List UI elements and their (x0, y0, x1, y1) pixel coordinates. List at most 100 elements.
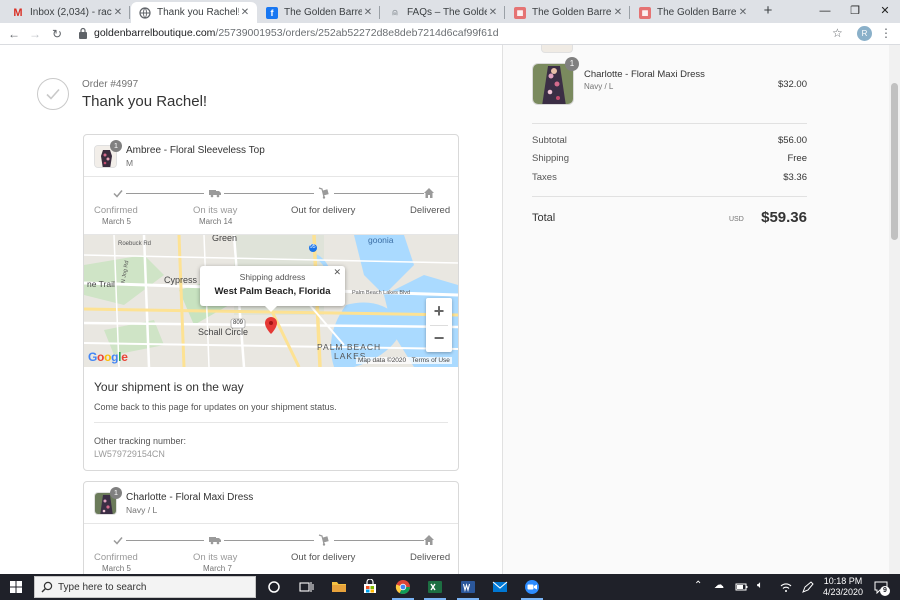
shopify-icon: ⍝ (392, 7, 398, 17)
windows-taskbar: Type here to search ⌃ ☁ 🔈︎ 10:18 PM 4/23… (0, 574, 900, 600)
zoom-out-button[interactable]: − (426, 325, 452, 351)
shipment-card: 1 Ambree - Floral Sleeveless Top M Confi… (83, 134, 459, 471)
task-view-icon[interactable] (298, 579, 314, 595)
product-name: Charlotte - Floral Maxi Dress (584, 69, 705, 80)
shipment-item: 1 Ambree - Floral Sleeveless Top M (84, 135, 458, 177)
map-attribution: Map data ©2020 Terms of Use (356, 357, 452, 364)
tab-thank-you[interactable]: Thank you Rachel! - The ✕ (131, 2, 257, 23)
map-label: 809 (233, 320, 244, 326)
tracking-number[interactable]: LW579729154CN (94, 449, 165, 459)
shipping-value: Free (787, 153, 807, 164)
store-icon: ▦ (639, 6, 651, 19)
new-tab-button[interactable]: + (760, 3, 776, 19)
tab-label: FAQs – The Golden Barr (407, 7, 487, 18)
map-label: goonia (368, 235, 394, 245)
back-button[interactable]: ← (6, 26, 22, 42)
battery-icon[interactable] (735, 580, 749, 594)
map-zoom-control: + − (426, 298, 452, 352)
map-pin-icon[interactable] (264, 317, 278, 335)
tab-facebook[interactable]: f The Golden Barrel Bouti ✕ (258, 2, 380, 23)
shipment-item: 1 Charlotte - Floral Maxi Dress Navy / L (84, 482, 458, 524)
browser-toolbar: ← → ↻ goldenbarrelboutique.com/257390019… (0, 23, 900, 45)
status-title: Your shipment is on the way (94, 380, 244, 394)
tab-label: The Golden Barrel Bouti (532, 7, 612, 18)
mail-icon[interactable] (492, 579, 508, 595)
close-icon[interactable]: ✕ (487, 7, 499, 18)
page-scrollbar[interactable] (889, 45, 900, 574)
check-circle-icon (37, 78, 69, 110)
step-date: March 5 (102, 217, 131, 226)
taskbar-search[interactable]: Type here to search (34, 576, 256, 598)
product-variant: Navy / L (126, 505, 158, 515)
close-window-button[interactable]: ✕ (870, 0, 900, 23)
step-label: On its way (193, 552, 238, 563)
hand-truck-icon (318, 187, 329, 199)
onedrive-icon[interactable]: ☁ (714, 580, 724, 591)
map-label: Palm Beach Lakes Blvd (352, 290, 411, 296)
step-label: On its way (193, 205, 238, 216)
volume-icon[interactable]: 🔈︎ (757, 580, 763, 591)
tab-label: The Golden Barrel Bouti (284, 7, 362, 18)
quantity-badge: 1 (110, 140, 122, 152)
restore-button[interactable]: ❐ (840, 0, 870, 23)
taxes-value: $3.36 (783, 172, 807, 183)
forward-button[interactable]: → (27, 26, 43, 42)
zoom-in-button[interactable]: + (426, 298, 452, 324)
popup-address: West Palm Beach, Florida (214, 286, 331, 297)
zoom-app-icon[interactable] (524, 579, 540, 595)
bookmark-star-icon[interactable]: ☆ (832, 26, 843, 40)
close-icon[interactable]: ✕ (737, 7, 749, 18)
product-variant: M (126, 158, 134, 168)
wifi-icon[interactable] (779, 580, 793, 594)
minimize-button[interactable]: — (810, 0, 840, 23)
lock-icon (79, 27, 87, 39)
tab-store-1[interactable]: ▦ The Golden Barrel Bouti ✕ (506, 2, 630, 23)
product-name: Ambree - Floral Sleeveless Top (126, 145, 265, 156)
close-icon[interactable]: ✕ (612, 7, 624, 18)
tab-faqs[interactable]: ⍝ FAQs – The Golden Barr ✕ (381, 2, 505, 23)
order-summary: 1 Charlotte - Floral Maxi Dress Navy / L… (502, 45, 889, 574)
reload-button[interactable]: ↻ (49, 26, 65, 42)
truck-icon (209, 190, 221, 198)
quantity-badge: 1 (565, 57, 579, 71)
popup-title: Shipping address (239, 272, 306, 282)
close-icon[interactable]: ✕ (362, 7, 374, 18)
address-bar[interactable]: goldenbarrelboutique.com/25739001953/ord… (72, 26, 852, 42)
clock-date[interactable]: 4/23/2020 (820, 587, 866, 597)
windows-start-icon[interactable] (10, 581, 22, 593)
chevron-up-icon[interactable]: ⌃ (694, 580, 702, 591)
url-text: goldenbarrelboutique.com/25739001953/ord… (94, 27, 499, 39)
shipping-map[interactable]: Green Roebuck Rd Cypress L Schall Circle… (84, 235, 458, 367)
map-label: Roebuck Rd (118, 241, 152, 247)
excel-icon[interactable] (427, 579, 443, 595)
close-icon[interactable]: ✕ (239, 7, 251, 18)
chrome-icon[interactable] (395, 579, 411, 595)
tab-strip: M Inbox (2,034) - rachelhi ✕ Thank you R… (0, 0, 900, 23)
profile-avatar[interactable]: R (857, 26, 872, 41)
tab-store-2[interactable]: ▦ The Golden Barrel Bouti ✕ (631, 2, 755, 23)
pen-icon[interactable] (801, 580, 815, 594)
shipping-address-popup: Shipping address West Palm Beach, Florid… (200, 266, 345, 312)
close-icon[interactable]: ✕ (333, 267, 341, 278)
close-icon[interactable]: ✕ (112, 7, 124, 18)
map-label: Green (212, 235, 238, 243)
map-data-text: Map data ©2020 (358, 357, 407, 364)
shipment-progress: Confirmed March 5 On its way March 7 Out… (84, 524, 458, 574)
scrollbar-thumb[interactable] (891, 83, 898, 240)
order-number: Order #4997 (82, 79, 139, 90)
terms-of-use-link[interactable]: Terms of Use (412, 357, 450, 364)
status-text: Come back to this page for updates on yo… (94, 402, 337, 412)
file-explorer-icon[interactable] (331, 579, 347, 595)
google-logo[interactable]: Google (88, 350, 128, 364)
shipment-card: 1 Charlotte - Floral Maxi Dress Navy / L… (83, 481, 459, 574)
browser-menu-icon[interactable]: ⋮ (880, 26, 892, 41)
clock-time[interactable]: 10:18 PM (820, 576, 866, 586)
word-icon[interactable] (460, 579, 476, 595)
step-date: March 5 (102, 564, 131, 573)
cortana-icon[interactable] (266, 579, 282, 595)
store-icon: ▦ (514, 6, 526, 19)
step-date: March 14 (199, 217, 233, 226)
microsoft-store-icon[interactable] (362, 579, 378, 595)
url-host: goldenbarrelboutique.com (94, 27, 216, 39)
tab-gmail[interactable]: M Inbox (2,034) - rachelhi ✕ (4, 2, 130, 23)
